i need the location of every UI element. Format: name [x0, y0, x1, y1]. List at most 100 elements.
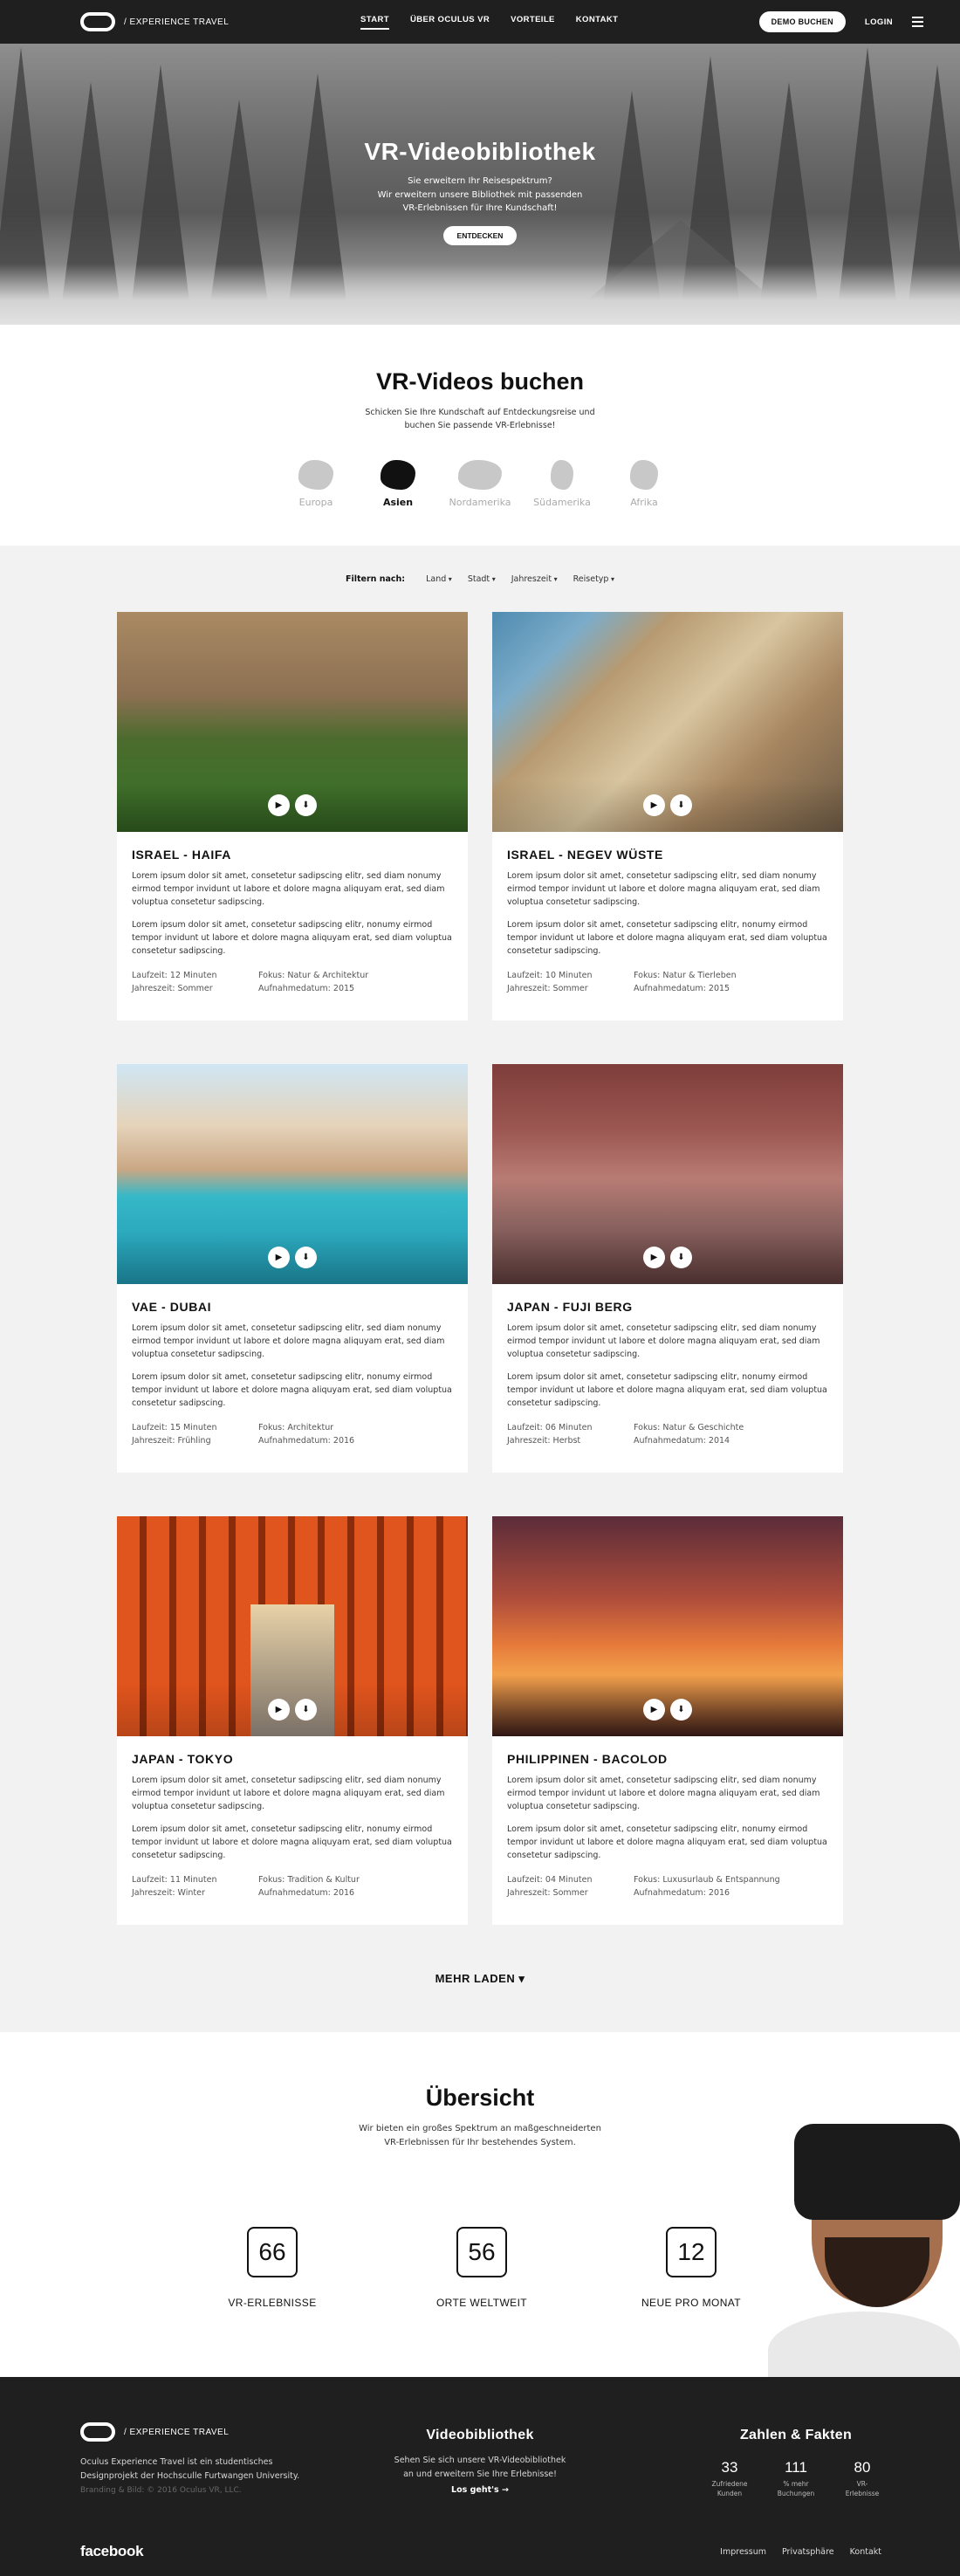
card-description: Lorem ipsum dolor sit amet, consetetur s… — [507, 871, 820, 908]
meta-season: Jahreszeit: Sommer — [507, 983, 588, 993]
video-card[interactable]: ▶ ⬇ PHILIPPINEN - BACOLOD Lorem ipsum do… — [492, 1516, 843, 1925]
download-icon[interactable]: ⬇ — [295, 1699, 317, 1721]
person-beard — [825, 2237, 929, 2307]
stat-value: 66 — [247, 2227, 298, 2277]
load-more-button[interactable]: MEHR LADEN ▾ — [435, 1972, 525, 1986]
south-america-map-icon — [551, 460, 573, 491]
stat-label: ORTE WELTWEIT — [435, 2297, 528, 2309]
video-card[interactable]: ▶ ⬇ VAE - DUBAI Lorem ipsum dolor sit am… — [117, 1064, 468, 1473]
download-icon[interactable]: ⬇ — [295, 1247, 317, 1268]
card-meta: Laufzeit: 06 Minuten Fokus: Natur & Gesc… — [507, 1422, 828, 1447]
nav-actions: DEMO BUCHEN LOGIN — [758, 11, 923, 32]
hero-title: VR-Videobibliothek — [364, 138, 596, 165]
meta-duration: Laufzeit: 04 Minuten — [507, 1875, 593, 1886]
video-thumbnail[interactable]: ▶ ⬇ — [492, 612, 843, 832]
nav-link-about[interactable]: ÜBER OCULUS VR — [410, 15, 490, 30]
video-card[interactable]: ▶ ⬇ ISRAEL - HAIFA Lorem ipsum dolor sit… — [117, 612, 468, 1020]
card-description: Lorem ipsum dolor sit amet, consetetur s… — [132, 1323, 445, 1360]
filter-city-dropdown[interactable]: Stadt — [468, 574, 496, 584]
vr-headset-person-image — [768, 2106, 960, 2377]
nav-link-contact[interactable]: KONTAKT — [576, 15, 619, 30]
continent-africa[interactable]: Afrika — [615, 460, 673, 508]
video-card[interactable]: ▶ ⬇ JAPAN - FUJI BERG Lorem ipsum dolor … — [492, 1064, 843, 1473]
footer-about: / EXPERIENCE TRAVEL Oculus Experience Tr… — [80, 2422, 342, 2498]
oculus-logo-icon[interactable] — [80, 12, 115, 31]
vr-headset-icon — [794, 2124, 960, 2220]
play-icon[interactable]: ▶ — [643, 1247, 665, 1268]
play-icon[interactable]: ▶ — [268, 1247, 290, 1268]
meta-focus: Fokus: Tradition & Kultur — [258, 1875, 360, 1886]
oculus-logo-icon[interactable] — [80, 2422, 115, 2442]
stat-vr-experiences: 66 VR-ERLEBNISSE — [220, 2227, 325, 2309]
card-meta: Laufzeit: 11 Minuten Fokus: Tradition & … — [132, 1874, 453, 1899]
video-card[interactable]: ▶ ⬇ JAPAN - TOKYO Lorem ipsum dolor sit … — [117, 1516, 468, 1925]
play-icon[interactable]: ▶ — [643, 794, 665, 816]
meta-duration: Laufzeit: 10 Minuten — [507, 971, 593, 981]
card-meta: Laufzeit: 15 Minuten Fokus: Architektur … — [132, 1422, 453, 1447]
download-icon[interactable]: ⬇ — [670, 1247, 692, 1268]
footer-link-contact[interactable]: Kontakt — [850, 2547, 881, 2557]
filter-country-dropdown[interactable]: Land — [426, 574, 452, 584]
card-description: Lorem ipsum dolor sit amet, consetetur s… — [507, 1371, 827, 1408]
stat-label: NEUE PRO MONAT — [641, 2297, 742, 2309]
continent-asia[interactable]: Asien — [369, 460, 427, 508]
meta-duration: Laufzeit: 06 Minuten — [507, 1423, 593, 1433]
card-meta: Laufzeit: 12 Minuten Fokus: Natur & Arch… — [132, 970, 453, 995]
top-navbar: / EXPERIENCE TRAVEL START ÜBER OCULUS VR… — [0, 0, 960, 44]
card-description: Lorem ipsum dolor sit amet, consetetur s… — [132, 1371, 452, 1408]
continent-europe[interactable]: Europa — [287, 460, 345, 508]
menu-icon[interactable] — [912, 17, 923, 27]
play-icon[interactable]: ▶ — [643, 1699, 665, 1721]
footer-link-privacy[interactable]: Privatsphäre — [782, 2547, 834, 2557]
filter-label: Filtern nach: — [345, 574, 406, 584]
hero-subtitle: Sie erweitern Ihr Reisespektrum? Wir erw… — [0, 175, 960, 216]
continent-selector: Europa Asien Nordamerika Südamerika Afri… — [0, 460, 960, 508]
card-title: PHILIPPINEN - BACOLOD — [507, 1752, 668, 1766]
filter-traveltype-dropdown[interactable]: Reisetyp — [573, 574, 614, 584]
download-icon[interactable]: ⬇ — [670, 1699, 692, 1721]
book-subtitle-line: buchen Sie passende VR-Erlebnisse! — [404, 421, 556, 431]
nav-link-advantages[interactable]: VORTEILE — [511, 15, 555, 30]
footer-links: Impressum Privatsphäre Kontakt — [720, 2547, 881, 2557]
fact-value: 80 — [854, 2459, 871, 2476]
facebook-logo[interactable]: facebook — [80, 2543, 144, 2560]
card-title: ISRAEL - NEGEV WÜSTE — [507, 848, 663, 862]
footer-link-imprint[interactable]: Impressum — [720, 2547, 766, 2557]
video-card[interactable]: ▶ ⬇ ISRAEL - NEGEV WÜSTE Lorem ipsum dol… — [492, 612, 843, 1020]
snow-ground — [0, 264, 960, 325]
hero-banner: VR-Videobibliothek Sie erweitern Ihr Rei… — [0, 44, 960, 325]
card-title: VAE - DUBAI — [132, 1300, 212, 1314]
fact-bookings: 111 % mehr Buchungen — [774, 2459, 818, 2498]
video-thumbnail[interactable]: ▶ ⬇ — [117, 1516, 468, 1736]
footer-library-line: Sehen Sie sich unsere VR-Videobibliothek — [394, 2456, 566, 2465]
download-icon[interactable]: ⬇ — [670, 794, 692, 816]
play-icon[interactable]: ▶ — [268, 794, 290, 816]
media-buttons: ▶ ⬇ — [643, 1699, 692, 1721]
brand-name[interactable]: / EXPERIENCE TRAVEL — [124, 17, 229, 27]
video-thumbnail[interactable]: ▶ ⬇ — [492, 1516, 843, 1736]
footer-library-link[interactable]: Los geht's → — [371, 2485, 589, 2495]
meta-date: Aufnahmedatum: 2015 — [634, 983, 730, 993]
discover-button[interactable]: ENTDECKEN — [442, 225, 518, 245]
footer-library-line: an und erweitern Sie Ihre Erlebnisse! — [403, 2470, 557, 2480]
card-meta: Laufzeit: 04 Minuten Fokus: Luxusurlaub … — [507, 1874, 828, 1899]
card-description: Lorem ipsum dolor sit amet, consetetur s… — [507, 919, 827, 956]
video-grid: ▶ ⬇ ISRAEL - HAIFA Lorem ipsum dolor sit… — [117, 612, 843, 1925]
nav-link-start[interactable]: START — [360, 15, 389, 30]
filter-season-dropdown[interactable]: Jahreszeit — [511, 574, 558, 584]
chevron-down-icon: ▾ — [518, 1971, 525, 1985]
video-thumbnail[interactable]: ▶ ⬇ — [117, 612, 468, 832]
login-link[interactable]: LOGIN — [865, 17, 893, 27]
play-icon[interactable]: ▶ — [268, 1699, 290, 1721]
continent-north-america[interactable]: Nordamerika — [449, 460, 511, 508]
demo-button[interactable]: DEMO BUCHEN — [758, 11, 846, 32]
card-title: JAPAN - TOKYO — [132, 1752, 234, 1766]
download-icon[interactable]: ⬇ — [295, 794, 317, 816]
video-thumbnail[interactable]: ▶ ⬇ — [117, 1064, 468, 1284]
video-thumbnail[interactable]: ▶ ⬇ — [492, 1064, 843, 1284]
continent-south-america[interactable]: Südamerika — [533, 460, 591, 508]
footer-facts-title: Zahlen & Fakten — [739, 2428, 853, 2442]
hero-content: VR-Videobibliothek Sie erweitern Ihr Rei… — [0, 138, 960, 245]
card-description: Lorem ipsum dolor sit amet, consetetur s… — [132, 871, 445, 908]
card-body: ISRAEL - NEGEV WÜSTE Lorem ipsum dolor s… — [492, 832, 843, 996]
